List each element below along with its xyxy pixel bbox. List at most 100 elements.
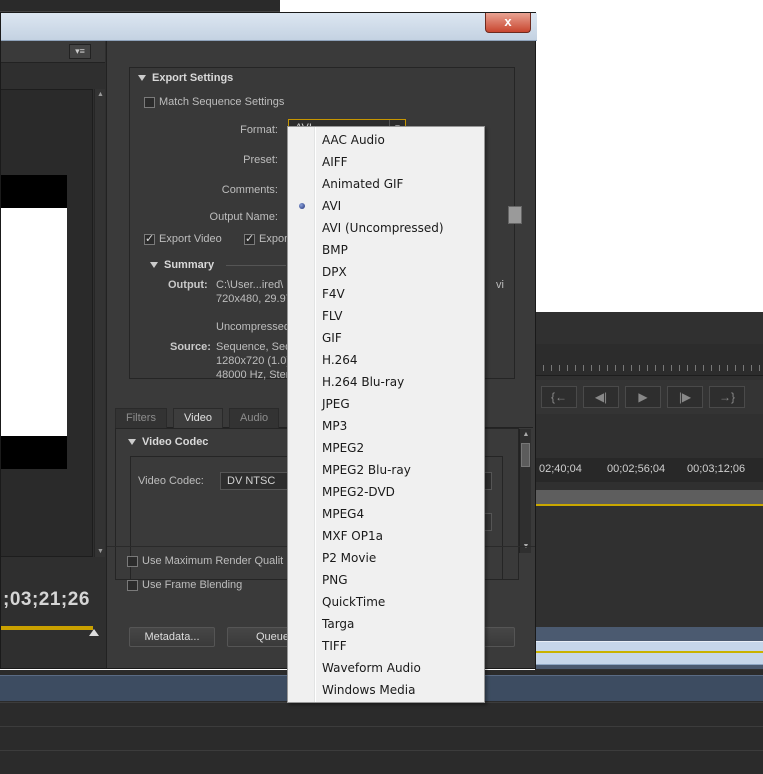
format-option[interactable]: FLV bbox=[288, 305, 484, 327]
export-settings-header[interactable]: Export Settings bbox=[138, 72, 233, 84]
video-codec-header[interactable]: Video Codec bbox=[128, 436, 208, 448]
source-preview-pane: ▾≡ ▲ ▼ ;03;21;26 bbox=[1, 41, 107, 668]
summary-source-line: 48000 Hz, Ster bbox=[216, 369, 290, 381]
close-button[interactable]: x bbox=[485, 13, 531, 33]
max-render-quality-label: Use Maximum Render Qualit bbox=[142, 555, 284, 567]
summary-output-path-tail: vi bbox=[496, 279, 504, 291]
match-sequence-label: Match Sequence Settings bbox=[159, 96, 285, 108]
format-option[interactable]: MPEG2 Blu-ray bbox=[288, 459, 484, 481]
export-video-checkbox[interactable]: Export Video bbox=[144, 232, 222, 245]
checkbox-icon bbox=[127, 579, 138, 591]
format-option[interactable]: Waveform Audio bbox=[288, 657, 484, 679]
summary-source-line: 1280x720 (1.0) bbox=[216, 355, 290, 367]
format-option[interactable]: F4V bbox=[288, 283, 484, 305]
transport-controls: {← ◀| ▶ |▶ →} bbox=[535, 380, 763, 414]
format-option[interactable]: P2 Movie bbox=[288, 547, 484, 569]
format-option[interactable]: GIF bbox=[288, 327, 484, 349]
format-option[interactable]: Targa bbox=[288, 613, 484, 635]
format-option[interactable]: AVI bbox=[288, 195, 484, 217]
format-option-label: FLV bbox=[322, 309, 343, 323]
export-audio-checkbox[interactable]: Expor bbox=[244, 232, 288, 245]
format-option-label: Animated GIF bbox=[322, 177, 404, 191]
step-back-button[interactable]: ◀| bbox=[583, 386, 619, 408]
scroll-up-icon[interactable]: ▲ bbox=[521, 430, 531, 440]
step-forward-button[interactable]: |▶ bbox=[667, 386, 703, 408]
frame-blending-checkbox[interactable]: Use Frame Blending bbox=[127, 579, 242, 591]
format-option-label: Targa bbox=[322, 617, 355, 631]
scroll-down-icon[interactable]: ▼ bbox=[521, 542, 531, 552]
selected-radio-icon bbox=[299, 203, 305, 209]
format-option[interactable]: Animated GIF bbox=[288, 173, 484, 195]
match-sequence-checkbox[interactable]: Match Sequence Settings bbox=[144, 96, 284, 108]
format-option-label: MPEG4 bbox=[322, 507, 365, 521]
format-option-label: TIFF bbox=[322, 639, 347, 653]
timeline-time: 00;03;12;06 bbox=[687, 463, 746, 475]
preview-scrollbar[interactable]: ▲ ▼ bbox=[94, 89, 105, 557]
tab-video[interactable]: Video bbox=[173, 408, 223, 428]
out-point-marker-icon[interactable] bbox=[89, 629, 99, 636]
summary-header[interactable]: Summary bbox=[150, 259, 214, 271]
format-option[interactable]: Windows Media bbox=[288, 679, 484, 701]
current-timecode: ;03;21;26 bbox=[3, 589, 90, 610]
format-option[interactable]: H.264 Blu-ray bbox=[288, 371, 484, 393]
scroll-down-icon[interactable]: ▼ bbox=[96, 547, 105, 556]
format-option-label: F4V bbox=[322, 287, 345, 301]
format-option-label: P2 Movie bbox=[322, 551, 377, 565]
timeline-ruler[interactable] bbox=[535, 344, 763, 376]
export-video-label: Export Video bbox=[159, 233, 222, 245]
format-option[interactable]: TIFF bbox=[288, 635, 484, 657]
tab-filters[interactable]: Filters bbox=[115, 408, 167, 428]
dialog-titlebar[interactable]: x bbox=[1, 13, 537, 41]
format-option-label: Windows Media bbox=[322, 683, 416, 697]
format-option[interactable]: AVI (Uncompressed) bbox=[288, 217, 484, 239]
export-audio-label: Expor bbox=[259, 233, 288, 245]
format-option-label: GIF bbox=[322, 331, 342, 345]
preset-label: Preset: bbox=[243, 154, 278, 166]
format-option[interactable]: AIFF bbox=[288, 151, 484, 173]
disclosure-triangle-icon bbox=[128, 439, 136, 446]
video-codec-value: DV NTSC bbox=[227, 475, 276, 487]
format-option[interactable]: DPX bbox=[288, 261, 484, 283]
summary-output-path: C:\User...ired\ bbox=[216, 279, 284, 291]
format-dropdown-list: AAC Audio AIFF Animated GIF AVI AVI (Uncompr… bbox=[287, 126, 485, 703]
format-option[interactable]: MPEG2-DVD bbox=[288, 481, 484, 503]
panel-menu-icon[interactable]: ▾≡ bbox=[69, 44, 91, 59]
checkbox-checked-icon bbox=[144, 232, 155, 245]
format-option[interactable]: H.264 bbox=[288, 349, 484, 371]
play-button[interactable]: ▶ bbox=[625, 386, 661, 408]
scroll-up-icon[interactable]: ▲ bbox=[96, 90, 105, 99]
format-option[interactable]: MXF OP1a bbox=[288, 525, 484, 547]
scrollbar-thumb[interactable] bbox=[521, 443, 530, 467]
scrub-bar[interactable] bbox=[1, 626, 93, 630]
format-option-label: H.264 Blu-ray bbox=[322, 375, 405, 389]
format-option[interactable]: MPEG4 bbox=[288, 503, 484, 525]
go-to-in-button[interactable]: {← bbox=[541, 386, 577, 408]
timeline-track[interactable] bbox=[535, 490, 763, 506]
comments-label: Comments: bbox=[221, 184, 278, 196]
settings-scrollbar[interactable]: ▲ ▼ bbox=[519, 429, 531, 553]
metadata-button[interactable]: Metadata... bbox=[129, 627, 215, 647]
go-to-out-button[interactable]: →} bbox=[709, 386, 745, 408]
format-option[interactable]: AAC Audio bbox=[288, 129, 484, 151]
max-render-quality-checkbox[interactable]: Use Maximum Render Qualit bbox=[127, 555, 283, 567]
comments-field-edge[interactable] bbox=[508, 206, 522, 224]
format-option-label: JPEG bbox=[322, 397, 350, 411]
format-option[interactable]: PNG bbox=[288, 569, 484, 591]
format-option[interactable]: MPEG2 bbox=[288, 437, 484, 459]
format-option[interactable]: BMP bbox=[288, 239, 484, 261]
summary-output-format: 720x480, 29.97 bbox=[216, 293, 292, 305]
timeline-time: 02;40;04 bbox=[539, 463, 582, 475]
checkbox-icon bbox=[144, 96, 155, 108]
background-app-strip bbox=[0, 0, 280, 12]
format-option[interactable]: JPEG bbox=[288, 393, 484, 415]
timeline-clip[interactable] bbox=[535, 627, 763, 669]
format-label: Format: bbox=[240, 124, 278, 136]
format-option[interactable]: QuickTime bbox=[288, 591, 484, 613]
summary-output-audio: Uncompressed bbox=[216, 321, 290, 333]
tab-audio[interactable]: Audio bbox=[229, 408, 280, 428]
summary-output-label: Output: bbox=[168, 279, 208, 291]
format-option[interactable]: MP3 bbox=[288, 415, 484, 437]
format-option-label: BMP bbox=[322, 243, 348, 257]
checkbox-checked-icon bbox=[244, 232, 255, 245]
format-option-label: MPEG2 bbox=[322, 441, 365, 455]
